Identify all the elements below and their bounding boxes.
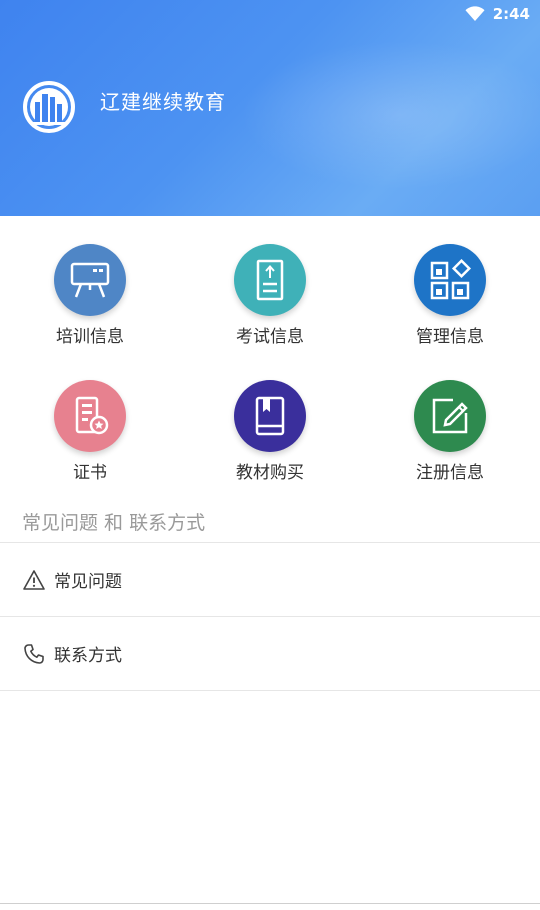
warning-triangle-icon [23,569,45,590]
presentation-board-icon [54,244,126,316]
certificate-icon [54,380,126,452]
section-title: 常见问题 和 联系方式 [22,512,206,534]
list-item-label: 联系方式 [54,646,122,666]
app-title: 辽建继续教育 [100,90,226,114]
grid-item-label: 考试信息 [236,327,304,347]
grid-item-textbook-purchase[interactable]: 教材购买 [180,352,360,492]
wifi-icon [465,6,485,21]
header-banner: 2:44 辽建继续教育 [0,0,540,216]
apps-grid-icon [414,244,486,316]
grid-item-label: 证书 [73,463,107,483]
phone-icon [24,643,44,664]
city-buildings-logo [23,81,75,133]
grid-item-exam-info[interactable]: 考试信息 [180,216,360,356]
edit-form-icon [414,380,486,452]
grid-item-label: 教材购买 [236,463,304,483]
grid-item-training-info[interactable]: 培训信息 [0,216,180,356]
status-bar: 2:44 [465,4,530,24]
book-icon [234,380,306,452]
list-item-contact[interactable]: 联系方式 [0,617,540,690]
list-item-faq[interactable]: 常见问题 [0,543,540,616]
bottom-divider [0,903,540,904]
grid-item-management-info[interactable]: 管理信息 [360,216,540,356]
grid-item-certificate[interactable]: 证书 [0,352,180,492]
app-screen: 2:44 辽建继续教育 培训信息 考试信息 管理信息 证书 教材购买 注册信息 … [0,0,540,910]
header-glow [240,40,540,190]
grid-item-registration-info[interactable]: 注册信息 [360,352,540,492]
grid-item-label: 注册信息 [416,463,484,483]
divider [0,690,540,691]
grid-item-label: 培训信息 [56,327,124,347]
feature-grid: 培训信息 考试信息 管理信息 证书 教材购买 注册信息 [0,216,540,496]
grid-item-label: 管理信息 [416,327,484,347]
list-item-label: 常见问题 [54,572,122,592]
status-time: 2:44 [492,5,530,23]
upload-document-icon [234,244,306,316]
